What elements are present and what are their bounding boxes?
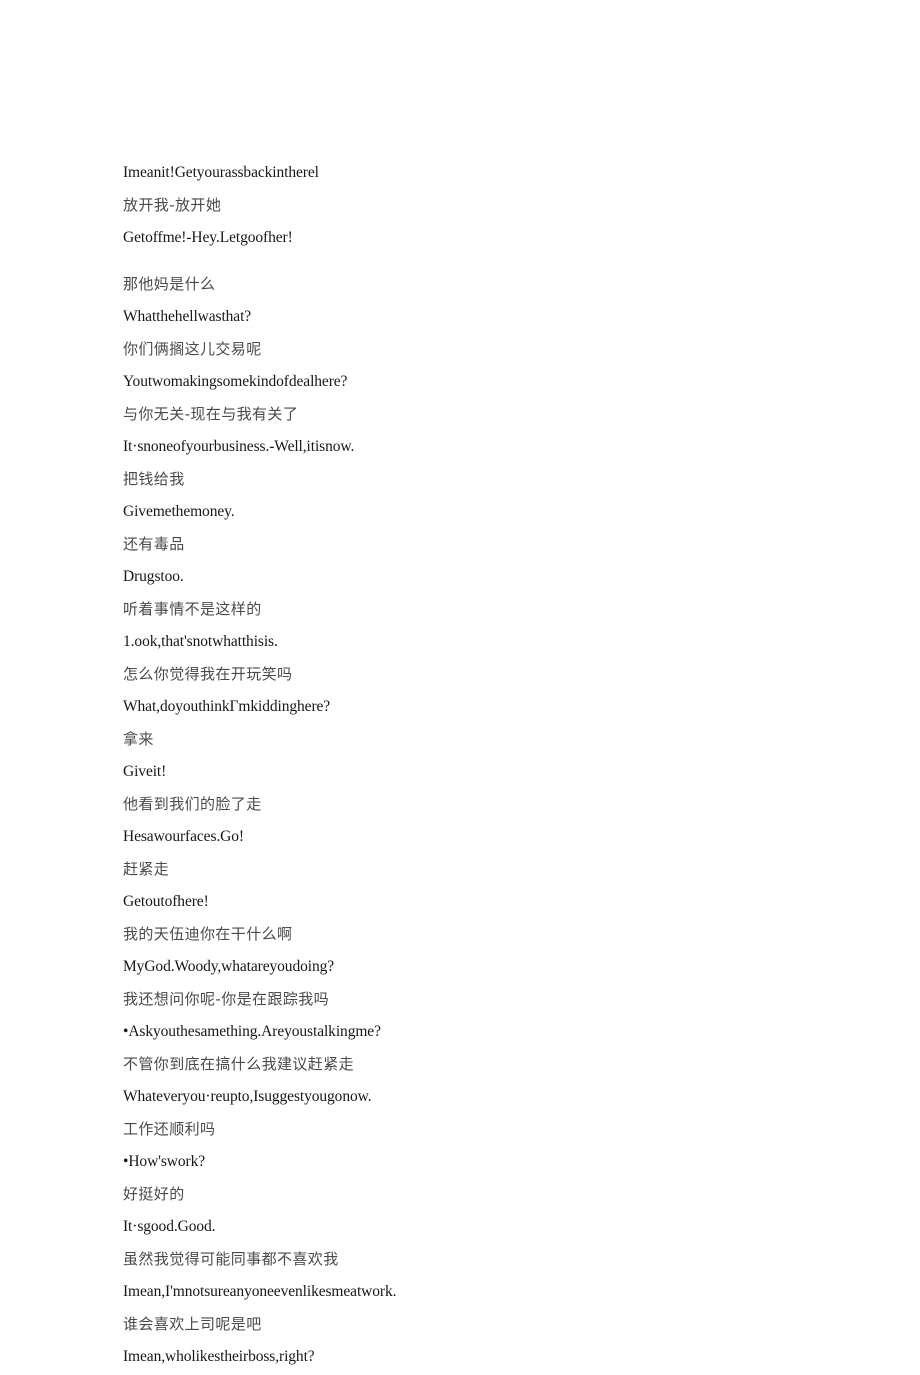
subtitle-line-english: It·sgood.Good. [123, 1218, 216, 1235]
subtitle-line-chinese: 拿来 [123, 729, 154, 748]
subtitle-line-english: It·snoneofyourbusiness.-Well,itisnow. [123, 438, 355, 455]
subtitle-line-english: MyGod.Woody,whatareyoudoing? [123, 958, 335, 975]
subtitle-line-english: •How'swork? [123, 1153, 206, 1170]
subtitle-line-english: 1.ook,that'snotwhatthisis. [123, 633, 278, 650]
subtitle-line-english: Whateveryou·reupto,Isuggestyougonow. [123, 1088, 372, 1105]
subtitle-line-english: •Askyouthesamething.Areyoustalkingme? [123, 1023, 381, 1040]
subtitle-line-english: Whatthehellwasthat? [123, 308, 252, 325]
subtitle-line-english: Imean,wholikestheirboss,right? [123, 1348, 315, 1365]
subtitle-line-chinese: 听着事情不是这样的 [123, 599, 262, 618]
subtitle-line-english: Drugstoo. [123, 568, 184, 585]
subtitle-line-chinese: 我的天伍迪你在干什么啊 [123, 924, 293, 943]
subtitle-line-english: Hesawourfaces.Go! [123, 828, 244, 845]
subtitle-line-chinese: 赶紧走 [123, 859, 170, 878]
subtitle-line-chinese: 与你无关-现在与我有关了 [123, 404, 299, 423]
subtitle-transcript-block: Imeanit!Getyourassbackintherel 放开我-放开她 Get… [123, 158, 823, 1375]
subtitle-line-chinese: 好挺好的 [123, 1184, 185, 1203]
subtitle-line-chinese: 不管你到底在搞什么我建议赶紧走 [123, 1054, 355, 1073]
subtitle-line-english: Getoffme!-Hey.Letgoofher! [123, 229, 293, 246]
subtitle-line-chinese: 虽然我觉得可能同事都不喜欢我 [123, 1249, 339, 1268]
subtitle-line-chinese: 谁会喜欢上司呢是吧 [123, 1314, 262, 1333]
document-page: Imeanit!Getyourassbackintherel 放开我-放开她 Get… [0, 0, 920, 1364]
subtitle-line-english: Imeanit!Getyourassbackintherel [123, 164, 319, 181]
subtitle-line-english: Givemethemoney. [123, 503, 235, 520]
subtitle-line-chinese: 把钱给我 [123, 469, 185, 488]
subtitle-line-chinese: 你们俩搁这儿交易呢 [123, 339, 262, 358]
subtitle-line-chinese: 我还想问你呢-你是在跟踪我吗 [123, 989, 330, 1008]
subtitle-line-chinese: 怎么你觉得我在开玩笑吗 [123, 664, 293, 683]
subtitle-line-chinese: 还有毒品 [123, 534, 185, 553]
subtitle-line-chinese: 工作还顺利吗 [123, 1119, 216, 1138]
subtitle-line-chinese: 放开我-放开她 [123, 195, 222, 214]
subtitle-line-english: What,doyouthinkΓmkiddinghere? [123, 698, 331, 715]
subtitle-line-chinese: 他看到我们的脸了走 [123, 794, 262, 813]
subtitle-line-english: Giveit! [123, 763, 167, 780]
subtitle-line-english: Youtwomakingsomekindofdealhere? [123, 373, 348, 390]
subtitle-line-english: Getoutofhere! [123, 893, 209, 910]
subtitle-line-chinese: 那他妈是什么 [123, 274, 216, 293]
subtitle-line-english: Imean,I'mnotsureanyoneevenlikesmeatwork. [123, 1283, 397, 1300]
